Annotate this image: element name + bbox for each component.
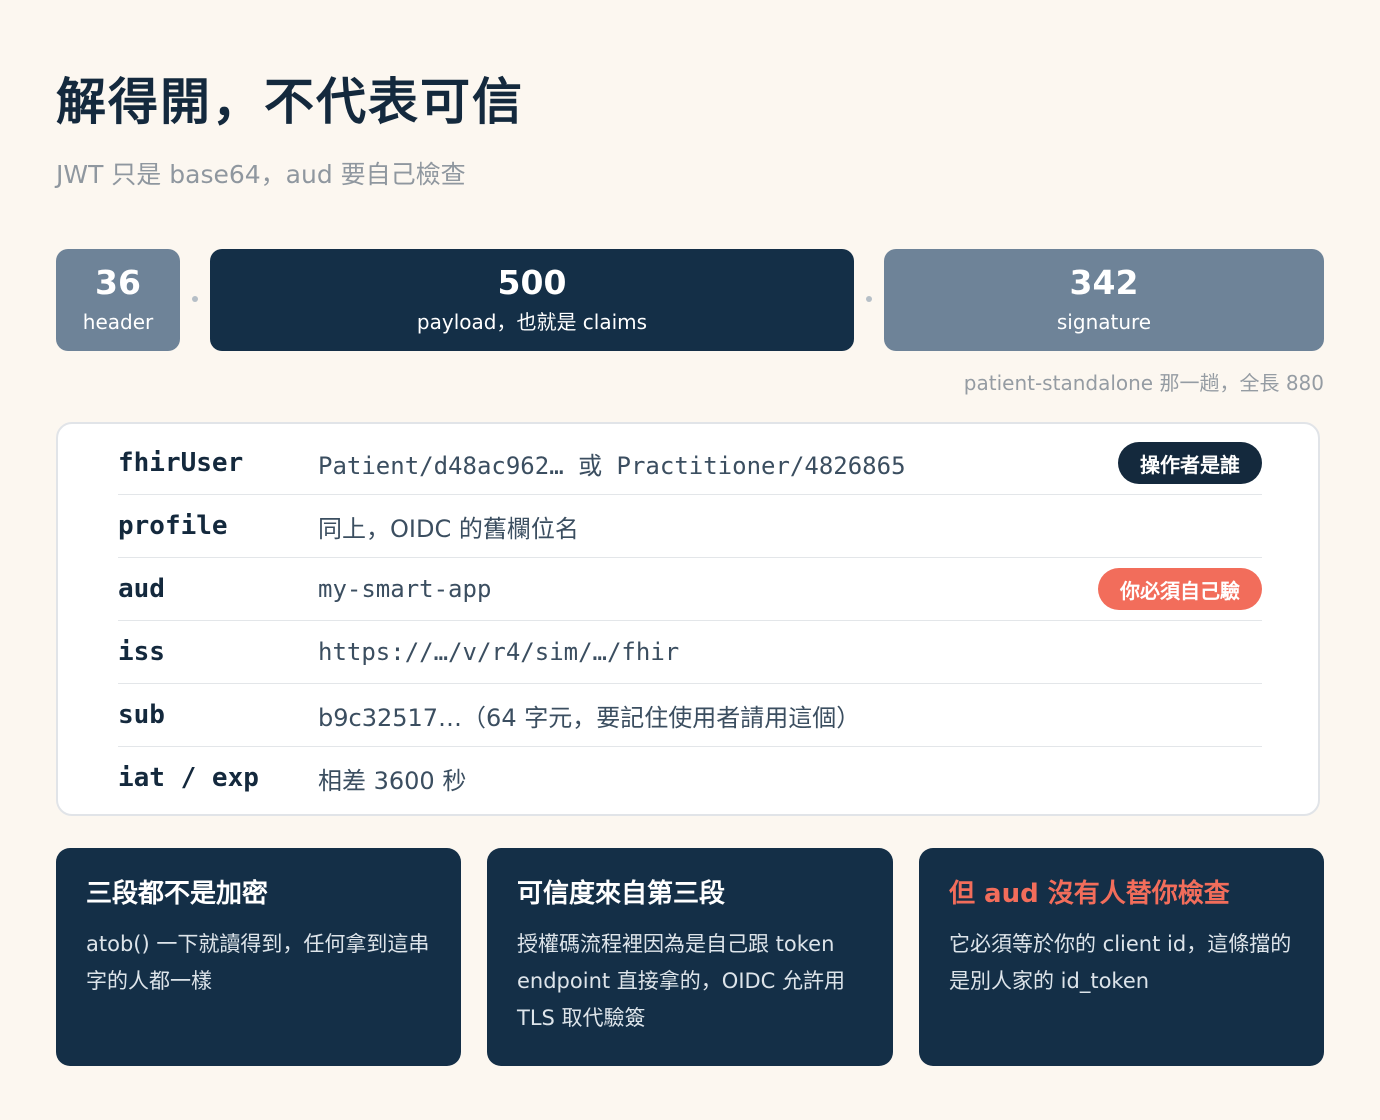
segment-payload: 500 payload，也就是 claims: [210, 249, 854, 351]
separator-dot: [192, 296, 198, 302]
claim-key: fhirUser: [118, 448, 244, 478]
claims-table: fhirUser Patient/d48ac962… 或 Practitione…: [56, 422, 1320, 816]
claim-value: b9c32517…（64 字元，要記住使用者請用這個）: [318, 703, 861, 732]
claim-row-iat-exp: iat / exp 相差 3600 秒: [118, 747, 1262, 809]
claim-value: Patient/d48ac962… 或 Practitioner/4826865: [318, 451, 906, 480]
segment-signature-label: signature: [1056, 310, 1152, 334]
card-title: 三段都不是加密: [86, 879, 269, 909]
segment-signature-length: 342: [1069, 263, 1139, 302]
card-body: 授權碼流程裡因為是自己跟 token endpoint 直接拿的，OIDC 允許…: [517, 932, 846, 1030]
claim-key: aud: [118, 574, 165, 604]
claim-badge-verify: 你必須自己驗: [1098, 568, 1262, 610]
total-length-note: patient-standalone 那一趟，全長 880: [963, 371, 1324, 395]
claim-key: iss: [118, 637, 165, 667]
card-not-encrypted: 三段都不是加密 atob() 一下就讀得到，任何拿到這串字的人都一樣: [56, 848, 461, 1066]
claim-key: iat / exp: [118, 763, 259, 793]
claim-row-sub: sub b9c32517…（64 字元，要記住使用者請用這個）: [118, 684, 1262, 747]
claim-value: my-smart-app: [318, 575, 492, 603]
card-title: 可信度來自第三段: [517, 879, 726, 909]
page-title: 解得開，不代表可信: [56, 73, 524, 131]
segment-header-length: 36: [95, 263, 141, 302]
segment-header: 36 header: [56, 249, 180, 351]
claim-badge-who: 操作者是誰: [1118, 442, 1262, 484]
segment-header-label: header: [82, 310, 154, 334]
claim-row-fhiruser: fhirUser Patient/d48ac962… 或 Practitione…: [118, 432, 1262, 495]
card-body: 它必須等於你的 client id，這條擋的是別人家的 id_token: [949, 932, 1292, 993]
segment-payload-label: payload，也就是 claims: [416, 310, 648, 334]
claim-row-iss: iss https://…/v/r4/sim/…/fhir: [118, 621, 1262, 684]
card-body: atob() 一下就讀得到，任何拿到這串字的人都一樣: [86, 932, 430, 993]
claim-key: sub: [118, 700, 165, 730]
separator-dot: [866, 296, 872, 302]
claim-key: profile: [118, 511, 228, 541]
claim-value: 相差 3600 秒: [318, 766, 467, 795]
claim-value: https://…/v/r4/sim/…/fhir: [318, 638, 680, 666]
segment-signature: 342 signature: [884, 249, 1324, 351]
card-trust-source: 可信度來自第三段 授權碼流程裡因為是自己跟 token endpoint 直接拿…: [487, 848, 893, 1066]
claim-row-aud: aud my-smart-app 你必須自己驗: [118, 558, 1262, 621]
page-subtitle: JWT 只是 base64，aud 要自己檢查: [56, 160, 466, 189]
segment-payload-length: 500: [497, 263, 567, 302]
card-aud-warning: 但 aud 沒有人替你檢查 它必須等於你的 client id，這條擋的是別人家…: [919, 848, 1324, 1066]
claim-value: 同上，OIDC 的舊欄位名: [318, 514, 579, 543]
claim-row-profile: profile 同上，OIDC 的舊欄位名: [118, 495, 1262, 558]
card-title: 但 aud 沒有人替你檢查: [949, 879, 1230, 909]
